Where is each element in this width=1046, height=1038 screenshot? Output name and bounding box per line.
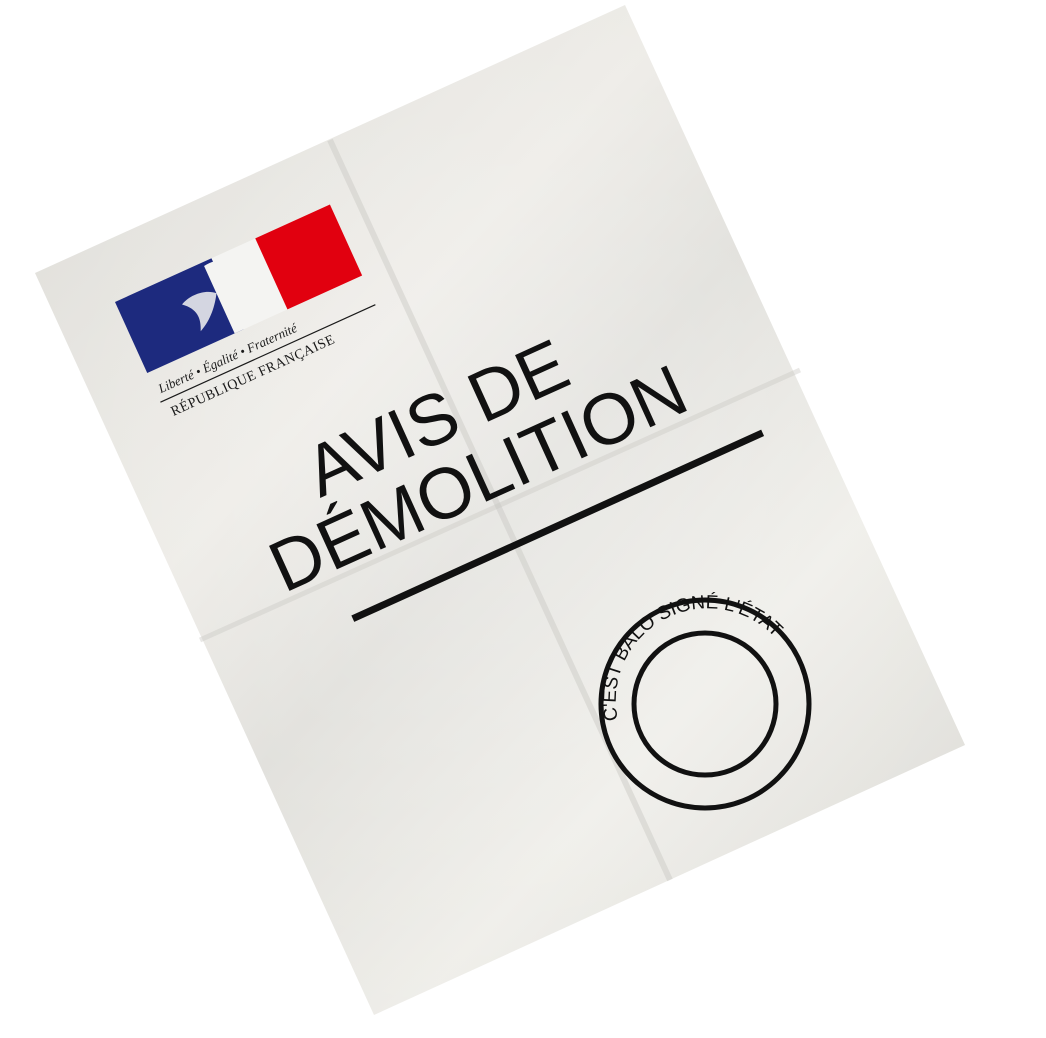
stage: Liberté • Égalité • Fraternité RÉPUBLIQU… <box>0 0 1046 1038</box>
demolition-notice-document: Liberté • Égalité • Fraternité RÉPUBLIQU… <box>35 5 965 1015</box>
